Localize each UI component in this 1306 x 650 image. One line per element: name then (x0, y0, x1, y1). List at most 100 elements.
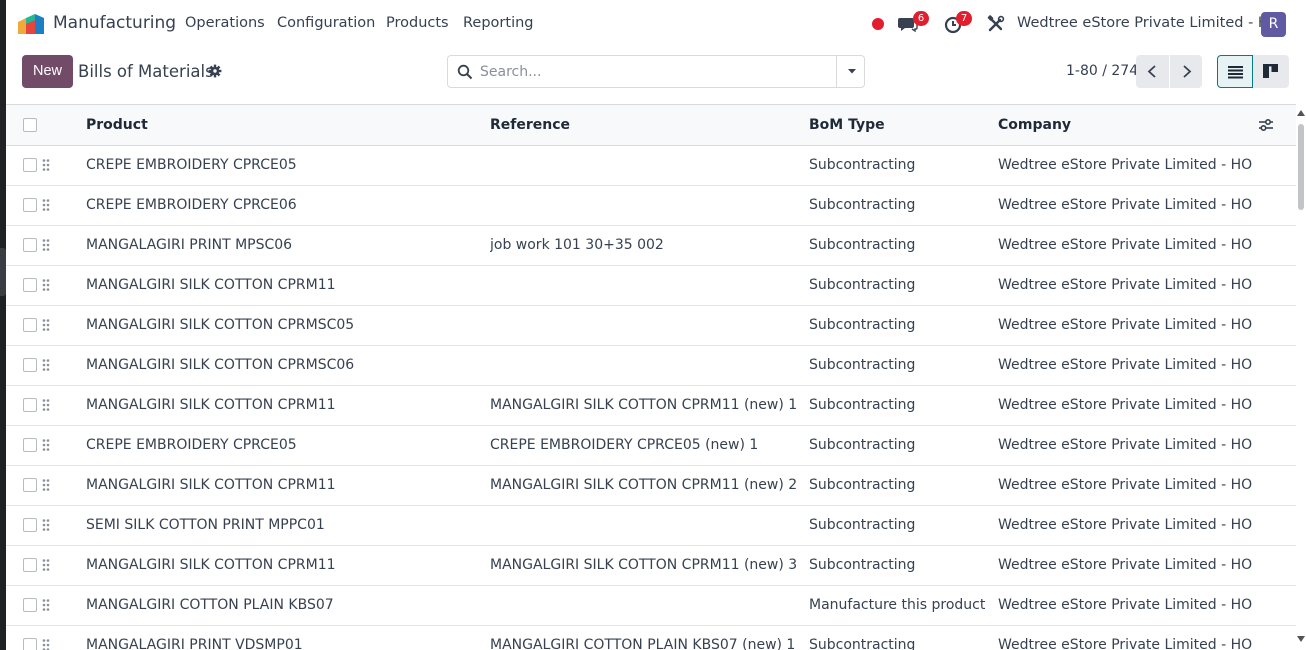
cell-reference[interactable] (490, 185, 809, 226)
table-row[interactable]: MANGALGIRI SILK COTTON CPRM11 MANGALGIRI … (6, 385, 1296, 426)
cell-product[interactable]: MANGALGIRI SILK COTTON CPRM11 (86, 265, 490, 306)
pager-previous-button[interactable] (1136, 55, 1169, 88)
gear-icon[interactable] (208, 64, 222, 78)
cell-product[interactable]: CREPE EMBROIDERY CPRCE05 (86, 425, 490, 466)
cell-product[interactable]: MANGALGIRI SILK COTTON CPRMSC05 (86, 305, 490, 346)
cell-product[interactable]: MANGALGIRI SILK COTTON CPRM11 (86, 465, 490, 506)
drag-handle-icon[interactable] (41, 638, 51, 650)
table-row[interactable]: CREPE EMBROIDERY CPRCE05 Subcontracting We… (6, 145, 1296, 186)
cell-reference[interactable]: MANGALGIRI SILK COTTON CPRM11 (new) 1 (490, 385, 809, 426)
table-row[interactable]: MANGALAGIRI PRINT VDSMP01 MANGALGIRI COTT… (6, 625, 1296, 650)
table-row[interactable]: CREPE EMBROIDERY CPRCE05 CREPE EMBROIDERY… (6, 425, 1296, 466)
row-checkbox[interactable] (23, 278, 37, 292)
scroll-up-icon[interactable] (1297, 110, 1305, 116)
tools-icon[interactable] (986, 14, 1006, 34)
row-checkbox[interactable] (23, 478, 37, 492)
drag-handle-icon[interactable] (41, 478, 51, 492)
cell-reference[interactable] (490, 265, 809, 306)
row-checkbox[interactable] (23, 398, 37, 412)
cell-product[interactable]: MANGALGIRI SILK COTTON CPRM11 (86, 385, 490, 426)
row-checkbox[interactable] (23, 198, 37, 212)
cell-bom-type[interactable]: Subcontracting (809, 465, 998, 506)
scroll-down-icon[interactable] (1297, 636, 1305, 642)
cell-product[interactable]: SEMI SILK COTTON PRINT MPPC01 (86, 505, 490, 546)
cell-reference[interactable] (490, 585, 809, 626)
cell-company[interactable]: Wedtree eStore Private Limited - HO (998, 345, 1258, 386)
cell-reference[interactable]: CREPE EMBROIDERY CPRCE05 (new) 1 (490, 425, 809, 466)
kanban-view-button[interactable] (1253, 55, 1289, 88)
row-checkbox[interactable] (23, 238, 37, 252)
table-row[interactable]: CREPE EMBROIDERY CPRCE06 Subcontracting We… (6, 185, 1296, 226)
drag-handle-icon[interactable] (41, 238, 51, 252)
row-checkbox[interactable] (23, 558, 37, 572)
manufacturing-logo-icon[interactable] (18, 14, 44, 34)
cell-reference[interactable]: MANGALGIRI COTTON PLAIN KBS07 (new) 1 (490, 625, 809, 650)
record-dot-icon[interactable] (872, 18, 884, 30)
drag-handle-icon[interactable] (41, 518, 51, 532)
cell-company[interactable]: Wedtree eStore Private Limited - HO (998, 585, 1258, 626)
cell-reference[interactable] (490, 305, 809, 346)
cell-company[interactable]: Wedtree eStore Private Limited - HO (998, 385, 1258, 426)
row-checkbox[interactable] (23, 438, 37, 452)
new-button[interactable]: New (22, 55, 73, 88)
pager-next-button[interactable] (1169, 55, 1202, 88)
header-product[interactable]: Product (86, 105, 490, 146)
cell-bom-type[interactable]: Subcontracting (809, 345, 998, 386)
table-row[interactable]: MANGALGIRI SILK COTTON CPRM11 MANGALGIRI … (6, 465, 1296, 506)
drag-handle-icon[interactable] (41, 358, 51, 372)
column-settings-icon[interactable] (1258, 118, 1274, 132)
cell-product[interactable]: MANGALAGIRI PRINT MPSC06 (86, 225, 490, 266)
row-checkbox[interactable] (23, 158, 37, 172)
cell-company[interactable]: Wedtree eStore Private Limited - HO (998, 545, 1258, 586)
cell-bom-type[interactable]: Subcontracting (809, 425, 998, 466)
list-view-button[interactable] (1217, 55, 1253, 88)
drag-handle-icon[interactable] (41, 598, 51, 612)
header-company[interactable]: Company (998, 105, 1258, 146)
chevron-down-icon[interactable] (846, 65, 858, 77)
drag-handle-icon[interactable] (41, 158, 51, 172)
header-reference[interactable]: Reference (490, 105, 809, 146)
row-checkbox[interactable] (23, 358, 37, 372)
cell-company[interactable]: Wedtree eStore Private Limited - HO (998, 425, 1258, 466)
company-switcher[interactable]: Wedtree eStore Private Limited - HO (1017, 15, 1280, 31)
cell-product[interactable]: CREPE EMBROIDERY CPRCE06 (86, 185, 490, 226)
menu-reporting[interactable]: Reporting (463, 15, 534, 31)
cell-company[interactable]: Wedtree eStore Private Limited - HO (998, 185, 1258, 226)
menu-products[interactable]: Products (386, 15, 449, 31)
cell-bom-type[interactable]: Subcontracting (809, 625, 998, 650)
cell-company[interactable]: Wedtree eStore Private Limited - HO (998, 625, 1258, 650)
cell-reference[interactable]: MANGALGIRI SILK COTTON CPRM11 (new) 3 (490, 545, 809, 586)
cell-bom-type[interactable]: Subcontracting (809, 185, 998, 226)
cell-bom-type[interactable]: Subcontracting (809, 265, 998, 306)
cell-product[interactable]: MANGALGIRI SILK COTTON CPRMSC06 (86, 345, 490, 386)
table-row[interactable]: SEMI SILK COTTON PRINT MPPC01 Subcontract… (6, 505, 1296, 546)
select-all-checkbox[interactable] (23, 117, 37, 132)
app-name[interactable]: Manufacturing (53, 13, 176, 33)
cell-reference[interactable] (490, 345, 809, 386)
cell-company[interactable]: Wedtree eStore Private Limited - HO (998, 305, 1258, 346)
menu-configuration[interactable]: Configuration (277, 15, 375, 31)
row-checkbox[interactable] (23, 598, 37, 612)
table-row[interactable]: MANGALAGIRI PRINT MPSC06 job work 101 30+… (6, 225, 1296, 266)
row-checkbox[interactable] (23, 318, 37, 332)
cell-product[interactable]: MANGALGIRI COTTON PLAIN KBS07 (86, 585, 490, 626)
cell-reference[interactable]: job work 101 30+35 002 (490, 225, 809, 266)
cell-company[interactable]: Wedtree eStore Private Limited - HO (998, 505, 1258, 546)
table-row[interactable]: MANGALGIRI SILK COTTON CPRM11 MANGALGIRI … (6, 545, 1296, 586)
drag-handle-icon[interactable] (41, 398, 51, 412)
row-checkbox[interactable] (23, 518, 37, 532)
table-row[interactable]: MANGALGIRI COTTON PLAIN KBS07 Manufacture… (6, 585, 1296, 626)
cell-bom-type[interactable]: Subcontracting (809, 385, 998, 426)
scroll-thumb[interactable] (1298, 124, 1304, 210)
cell-company[interactable]: Wedtree eStore Private Limited - HO (998, 145, 1258, 186)
drag-handle-icon[interactable] (41, 318, 51, 332)
cell-bom-type[interactable]: Subcontracting (809, 505, 998, 546)
cell-bom-type[interactable]: Subcontracting (809, 545, 998, 586)
cell-product[interactable]: MANGALAGIRI PRINT VDSMP01 (86, 625, 490, 650)
cell-product[interactable]: MANGALGIRI SILK COTTON CPRM11 (86, 545, 490, 586)
list-scrollbar[interactable] (1296, 104, 1306, 650)
table-row[interactable]: MANGALGIRI SILK COTTON CPRMSC05 Subcontra… (6, 305, 1296, 346)
drag-handle-icon[interactable] (41, 278, 51, 292)
drag-handle-icon[interactable] (41, 438, 51, 452)
header-bom-type[interactable]: BoM Type (809, 105, 998, 146)
